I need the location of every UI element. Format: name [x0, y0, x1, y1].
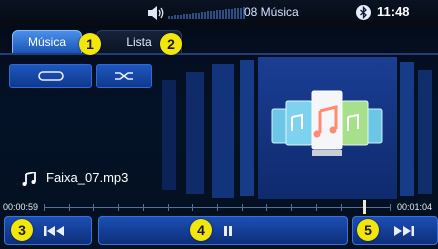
volume-bar: [201, 12, 203, 19]
volume-bar: [204, 11, 206, 19]
progress-tick: [143, 204, 144, 211]
progress-tick: [266, 204, 267, 211]
progress-tick: [44, 204, 45, 211]
play-pause-button[interactable]: [98, 216, 348, 245]
volume-bar: [213, 10, 215, 19]
tab-musica[interactable]: Música: [12, 30, 82, 54]
volume-bar: [237, 7, 239, 19]
elapsed-time: 00:00:59: [3, 202, 39, 212]
volume-bar: [225, 9, 227, 19]
clock: 11:48: [377, 4, 410, 19]
volume-bar: [189, 13, 191, 19]
volume-icon[interactable]: [148, 6, 166, 20]
volume-bar: [183, 14, 185, 19]
callout-badge-3: 3: [11, 219, 33, 241]
volume-bar: [219, 10, 221, 19]
volume-bar: [177, 14, 179, 19]
repeat-button[interactable]: [9, 64, 92, 88]
track-count: 08 Música: [244, 5, 299, 19]
cover-flow-panel: [418, 70, 432, 194]
music-note-icon: [22, 172, 36, 186]
progress-tick: [316, 204, 317, 211]
shuffle-icon: [115, 72, 133, 80]
volume-bar: [231, 8, 233, 19]
callout-badge-5: 5: [357, 219, 379, 241]
pause-icon: [224, 225, 232, 236]
progress-ticks: [44, 204, 391, 211]
volume-bar: [234, 8, 236, 19]
progress-tick: [242, 204, 243, 211]
tab-label: Lista: [126, 35, 152, 49]
bluetooth-icon: [356, 5, 371, 20]
volume-bar: [216, 10, 218, 19]
progress-tick: [390, 204, 391, 211]
shuffle-button[interactable]: [96, 64, 152, 88]
cover-flow-panel: [240, 60, 254, 196]
progress-tick: [168, 204, 169, 211]
callout-badge-2: 2: [160, 33, 182, 55]
cover-flow-panel: [400, 62, 414, 196]
volume-bar: [192, 13, 194, 19]
volume-bar: [210, 11, 212, 19]
volume-level-bars: [168, 7, 245, 19]
media-player-screen: 08 Música 11:48 Música Lista Faixa_07.mp…: [0, 0, 438, 249]
volume-bar: [174, 15, 176, 19]
tab-label: Música: [27, 35, 66, 49]
cover-flow-panel: [186, 72, 204, 194]
tab-divider: [0, 53, 438, 55]
volume-bar: [186, 13, 188, 19]
volume-bar: [222, 9, 224, 19]
cover-flow-panel: [212, 64, 234, 198]
progress-tick: [291, 204, 292, 211]
album-art[interactable]: [258, 57, 397, 199]
progress-tick: [192, 204, 193, 211]
volume-bar: [240, 7, 242, 19]
callout-badge-1: 1: [79, 33, 101, 55]
volume-bar: [180, 14, 182, 19]
progress-tick: [341, 204, 342, 211]
volume-bar: [198, 12, 200, 19]
progress-tick: [69, 204, 70, 211]
progress-thumb[interactable]: [362, 200, 366, 214]
volume-bar: [228, 9, 230, 19]
progress-tick: [118, 204, 119, 211]
skip-next-icon: [394, 225, 414, 236]
volume-bar: [171, 15, 173, 19]
music-files-icon: [271, 90, 383, 156]
volume-bar: [168, 16, 170, 19]
cover-flow-panel: [162, 80, 176, 190]
volume-bar: [207, 11, 209, 19]
callout-badge-4: 4: [190, 219, 212, 241]
skip-previous-icon: [44, 225, 64, 236]
status-bar: 08 Música 11:48: [0, 0, 438, 28]
progress-tick: [217, 204, 218, 211]
total-time: 00:01:04: [397, 202, 433, 212]
volume-bar: [195, 12, 197, 19]
track-name: Faixa_07.mp3: [46, 170, 129, 185]
repeat-icon: [37, 71, 64, 81]
progress-tick: [93, 204, 94, 211]
